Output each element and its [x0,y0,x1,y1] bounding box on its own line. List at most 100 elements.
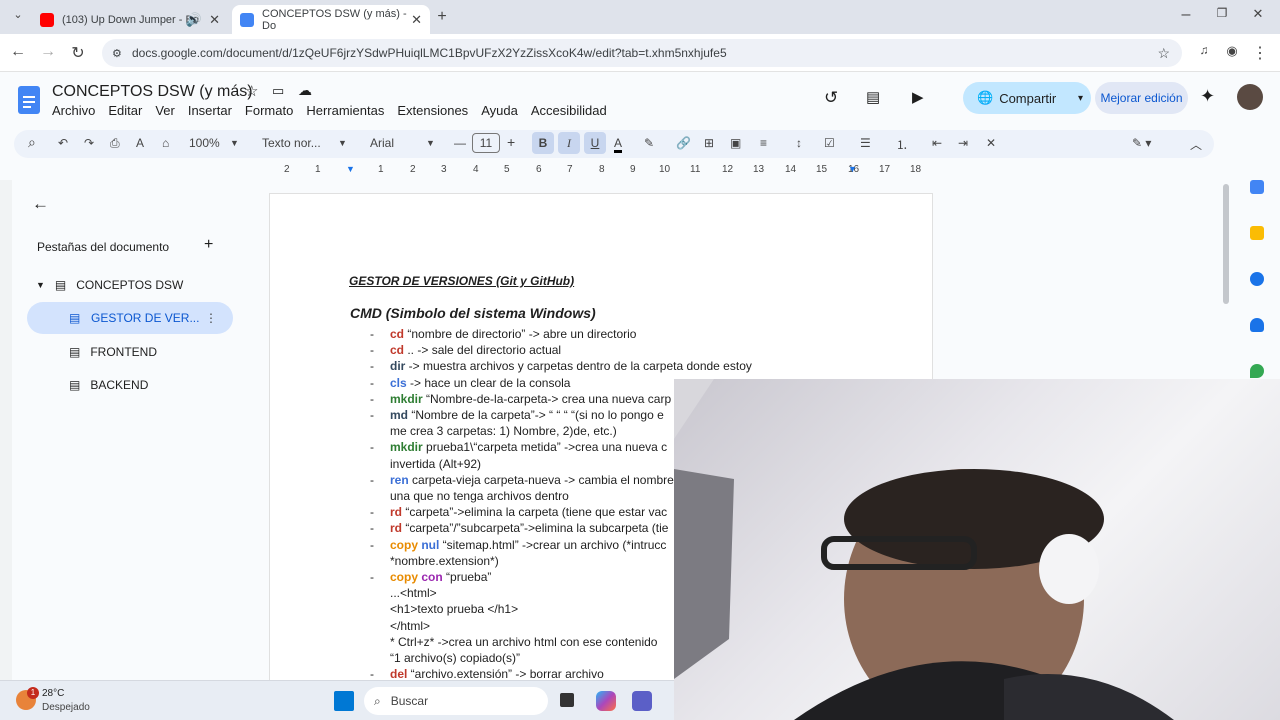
share-button[interactable]: 🌐 Compartir ▾ [963,82,1091,114]
site-info-icon[interactable]: ⚙ [112,47,122,60]
numbered-list-icon[interactable]: ⒈ [896,136,908,153]
history-icon[interactable]: ↺ [824,88,838,108]
menu-formato[interactable]: Formato [245,103,293,118]
highlight-icon[interactable]: ✎ [644,136,654,150]
print-icon[interactable]: ⎙ [110,136,120,151]
redo-icon[interactable]: ↷ [84,136,94,150]
decrease-indent-icon[interactable]: ⇤ [932,136,942,150]
collapse-menu-icon[interactable]: ︿ [1190,136,1202,153]
tab-list-chevron-icon[interactable]: ⌄ [8,8,28,21]
media-icon[interactable]: ♫ [1194,43,1214,57]
editing-mode-icon[interactable]: ✎ ▾ [1132,136,1151,150]
maps-icon[interactable] [1250,364,1264,378]
menu-insertar[interactable]: Insertar [188,103,232,118]
back-icon[interactable]: ← [8,43,28,61]
menu-herramientas[interactable]: Herramientas [306,103,384,118]
doc-subheading: CMD (Simbolo del sistema Windows) [350,305,596,321]
left-indent-marker[interactable]: ▼ [346,164,355,174]
italic-button[interactable]: I [558,132,580,154]
url-field[interactable]: ⚙ docs.google.com/document/d/1zQeUF6jrzY… [102,39,1182,67]
align-icon[interactable]: ≡ [760,136,767,150]
menu-extensiones[interactable]: Extensiones [397,103,468,118]
browser-menu-icon[interactable]: ⋮ [1250,43,1270,63]
window-close-icon[interactable]: ✕ [1248,6,1268,22]
style-select[interactable]: Texto nor... [262,136,321,150]
document-title[interactable]: CONCEPTOS DSW (y más) [52,83,253,101]
more-options-icon[interactable]: ⋮ [205,311,217,325]
command-line: me crea 3 carpetas: 1) Nombre, 2)de, etc… [390,424,617,438]
share-dropdown-icon[interactable]: ▾ [1078,93,1083,104]
document-icon: ▤ [69,378,81,392]
close-icon[interactable]: ✕ [209,12,220,28]
zoom-select[interactable]: 100% [189,136,220,150]
command-keyword: dir [390,359,406,374]
meet-icon[interactable]: ▶ [912,88,924,106]
clear-format-icon[interactable]: ✕ [986,136,996,150]
bold-button[interactable]: B [532,132,554,154]
search-box[interactable]: ⌕ Buscar [364,687,548,715]
command-description: “prueba” [442,570,492,584]
copilot-icon[interactable] [596,691,616,711]
bulleted-list-icon[interactable]: ☰ [860,136,871,150]
checklist-icon[interactable]: ☑ [824,136,835,150]
comments-icon[interactable]: ▤ [866,88,880,106]
menu-editar[interactable]: Editar [108,103,142,118]
bookmark-star-icon[interactable]: ☆ [1157,45,1170,62]
menu-ayuda[interactable]: Ayuda [481,103,518,118]
add-tab-icon[interactable]: + [204,236,213,254]
link-icon[interactable]: 🔗 [676,136,691,150]
tab-root[interactable]: ▼ ▤ CONCEPTOS DSW [36,278,183,292]
tasks-icon[interactable] [1250,272,1264,286]
menu-ver[interactable]: Ver [155,103,175,118]
sidebar-item-backend[interactable]: ▤ BACKEND [69,378,148,392]
profile-icon[interactable]: ◉ [1222,43,1242,59]
paint-format-icon[interactable]: ⌂ [162,136,169,150]
tab-docs[interactable]: CONCEPTOS DSW (y más) - Do ✕ [232,5,430,34]
maximize-icon[interactable]: ❐ [1212,6,1232,20]
reload-icon[interactable]: ↻ [68,43,88,63]
command-line: cd “nombre de directorio” -> abre un dir… [390,327,636,341]
right-indent-marker[interactable]: ▼ [848,164,857,174]
improve-editing-button[interactable]: Mejorar edición [1095,82,1188,114]
expand-icon[interactable]: ▼ [36,280,45,290]
start-icon[interactable] [334,691,354,711]
font-size-field[interactable]: 11 [472,133,500,153]
sidebar-item-frontend[interactable]: ▤ FRONTEND [69,345,157,359]
menu-accesibilidad[interactable]: Accesibilidad [531,103,607,118]
keep-icon[interactable] [1250,226,1264,240]
text-color-icon[interactable]: A [614,136,623,153]
forward-icon[interactable]: → [38,43,58,61]
minimize-icon[interactable]: – [1176,6,1196,24]
add-comment-icon[interactable]: ⊞ [704,136,714,150]
new-tab-icon[interactable]: + [432,8,452,26]
weather-desc: Despejado [42,702,90,713]
task-view-icon[interactable] [560,693,574,707]
line-spacing-icon[interactable]: ↕ [796,136,802,150]
avatar[interactable] [1237,84,1263,110]
scrollbar[interactable] [1223,184,1229,304]
tab-youtube[interactable]: (103) Up Down Jumper - Bo 🔊 ✕ [32,5,228,34]
undo-icon[interactable]: ↶ [58,136,68,150]
command-description: ...<html> [390,586,437,601]
menu-archivo[interactable]: Archivo [52,103,95,118]
search-icon[interactable]: ⌕ [28,134,36,151]
sidebar-item-gestor[interactable]: ▤ GESTOR DE VER... ⋮ [27,302,233,334]
back-arrow-icon[interactable]: ← [32,194,49,214]
teams-icon[interactable] [632,691,652,711]
move-folder-icon[interactable]: ▭ [272,83,284,99]
speaker-icon[interactable]: 🔊 [186,12,202,28]
insert-image-icon[interactable]: ▣ [730,136,741,150]
gemini-icon[interactable]: ✦ [1200,86,1215,107]
increase-indent-icon[interactable]: ⇥ [958,136,968,150]
decrease-size-icon[interactable]: — [454,136,466,150]
underline-button[interactable]: U [584,132,606,154]
star-icon[interactable]: ☆ [245,82,258,100]
spellcheck-icon[interactable]: A [136,136,144,150]
calendar-icon[interactable] [1250,180,1264,194]
font-select[interactable]: Arial [370,136,394,150]
command-keyword: cls [390,375,407,390]
contacts-icon[interactable] [1250,318,1264,332]
increase-size-icon[interactable]: + [507,134,515,150]
close-icon[interactable]: ✕ [411,12,422,28]
docs-logo-icon[interactable] [18,86,40,114]
